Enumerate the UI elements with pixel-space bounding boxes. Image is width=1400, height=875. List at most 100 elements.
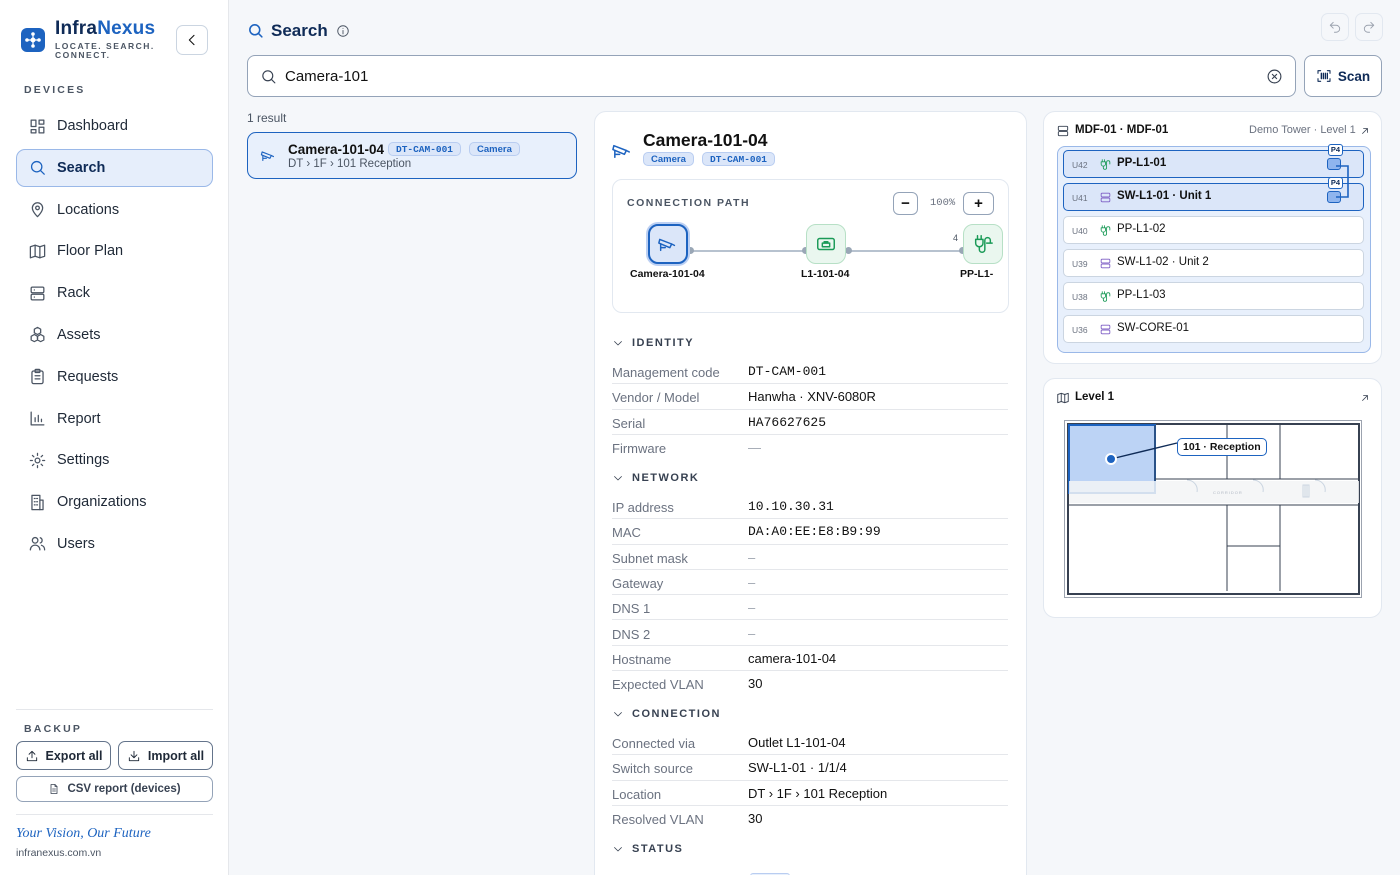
field-key: MAC xyxy=(612,525,641,541)
field-key: Serial xyxy=(612,415,646,431)
rack-unit[interactable]: U42 PP-L1-01 P4 xyxy=(1063,144,1364,178)
floor-plan-map[interactable]: CORRIDOR 101 · Reception xyxy=(1064,420,1362,598)
nav-item-label: Users xyxy=(57,535,95,552)
ethernet-outlet-icon xyxy=(815,233,837,255)
search-input[interactable] xyxy=(285,64,1245,89)
nav-item-report[interactable]: Report xyxy=(16,400,213,438)
nav-item-floor-plan[interactable]: Floor Plan xyxy=(16,232,213,270)
nav-item-label: Locations xyxy=(57,201,120,218)
field-value: — xyxy=(748,439,761,455)
field-key: Firmware xyxy=(612,440,667,456)
link-endpoint xyxy=(687,247,694,254)
rack-unit-number: U40 xyxy=(1072,226,1088,236)
devices-section-label: DEVICES xyxy=(24,84,86,96)
rack-unit-name: SW-CORE-01 xyxy=(1117,322,1189,334)
scan-button[interactable]: Scan xyxy=(1304,55,1382,97)
nav-item-settings[interactable]: Settings xyxy=(16,441,213,479)
rack-subtitle: Demo Tower · Level 1 xyxy=(1249,124,1356,136)
users-icon xyxy=(28,534,47,553)
undo-icon xyxy=(1328,20,1342,34)
import-all-button[interactable]: Import all xyxy=(118,741,213,770)
rack-unit[interactable]: U38 PP-L1-03 xyxy=(1063,282,1364,310)
port-tag: P4 xyxy=(1327,144,1343,156)
main-nav: Dashboard Search Locations Floor Plan Ra… xyxy=(16,107,213,567)
rack-unit[interactable]: U39 SW-L1-02 · Unit 2 xyxy=(1063,249,1364,277)
rack-title: MDF-01 · MDF-01 xyxy=(1075,124,1169,136)
nav-item-dashboard[interactable]: Dashboard xyxy=(16,107,213,145)
section-identity-toggle[interactable]: IDENTITY xyxy=(612,337,694,349)
field-key: Expected VLAN xyxy=(612,677,704,693)
rack-unit-number: U38 xyxy=(1072,292,1088,302)
link-endpoint xyxy=(845,247,852,254)
result-name: Camera-101-04 xyxy=(288,142,385,157)
open-external-icon[interactable] xyxy=(1359,392,1371,404)
csv-report-label: CSV report (devices) xyxy=(67,783,181,795)
field-value: SW-L1-01 · 1/1/4 xyxy=(748,760,847,776)
nav-item-organizations[interactable]: Organizations xyxy=(16,483,213,521)
csv-report-button[interactable]: CSV report (devices) xyxy=(16,776,213,802)
field-key: Hostname xyxy=(612,651,672,667)
clear-search-icon[interactable] xyxy=(1266,68,1283,85)
section-connection-toggle[interactable]: CONNECTION xyxy=(612,708,721,720)
field-row: Gateway – xyxy=(612,570,1008,596)
rack-unit[interactable]: U36 SW-CORE-01 xyxy=(1063,315,1364,343)
zoom-out-button[interactable]: − xyxy=(893,192,918,215)
path-node-camera[interactable] xyxy=(648,224,688,264)
collapse-sidebar-button[interactable] xyxy=(176,25,208,55)
open-external-icon[interactable] xyxy=(1359,125,1371,137)
path-node-patch-panel[interactable] xyxy=(963,224,1003,264)
map-pin-icon xyxy=(28,200,47,219)
info-icon[interactable] xyxy=(336,24,350,38)
field-key: DNS 1 xyxy=(612,601,651,617)
patch-cable xyxy=(1336,165,1349,198)
field-row: Expected VLAN 30 xyxy=(612,671,1008,696)
redo-button[interactable] xyxy=(1355,13,1383,41)
field-row: Switch source SW-L1-01 · 1/1/4 xyxy=(612,755,1008,781)
field-row: Location DT › 1F › 101 Reception xyxy=(612,781,1008,806)
server-icon xyxy=(28,284,47,303)
undo-button[interactable] xyxy=(1321,13,1349,41)
export-all-button[interactable]: Export all xyxy=(16,741,111,770)
section-network-toggle[interactable]: NETWORK xyxy=(612,472,699,484)
rack-unit[interactable]: U41 SW-L1-01 · Unit 1 P4 xyxy=(1063,177,1364,211)
building-icon xyxy=(28,493,47,512)
nav-item-users[interactable]: Users xyxy=(16,525,213,563)
section-status-toggle[interactable]: STATUS xyxy=(612,843,683,855)
nav-item-label: Settings xyxy=(57,452,110,469)
field-value: DT-CAM-001 xyxy=(748,364,827,379)
bar-chart-icon xyxy=(28,409,47,428)
room-callout: 101 · Reception xyxy=(1177,438,1267,456)
import-all-label: Import all xyxy=(147,748,205,763)
field-row: DNS 2 – xyxy=(612,621,1008,646)
patch-panel-icon xyxy=(1099,290,1112,303)
field-value: DT › 1F › 101 Reception xyxy=(748,785,888,801)
rack-unit-number: U36 xyxy=(1072,325,1088,335)
nav-item-locations[interactable]: Locations xyxy=(16,191,213,229)
cctv-camera-icon xyxy=(657,233,679,255)
field-key: Gateway xyxy=(612,575,664,591)
result-item[interactable]: Camera-101-04 DT-CAM-001 Camera DT › 1F … xyxy=(247,132,577,179)
field-key: Subnet mask xyxy=(612,550,688,566)
rack-unit-number: U41 xyxy=(1072,193,1088,203)
divider xyxy=(16,814,213,815)
nav-item-rack[interactable]: Rack xyxy=(16,274,213,312)
result-path: DT › 1F › 101 Reception xyxy=(288,158,412,170)
nav-item-assets[interactable]: Assets xyxy=(16,316,213,354)
nav-item-search[interactable]: Search xyxy=(16,148,213,187)
redo-icon xyxy=(1362,20,1376,34)
zoom-in-button[interactable]: + xyxy=(963,192,994,215)
rack-unit[interactable]: U40 PP-L1-02 xyxy=(1063,216,1364,244)
connection-path-card: CONNECTION PATH − 100% + 4 Camera-101-04… xyxy=(612,179,1009,313)
result-count: 1 result xyxy=(247,111,287,125)
rack-unit-name: SW-L1-02 · Unit 2 xyxy=(1117,256,1209,268)
nav-item-label: Search xyxy=(57,159,106,176)
path-node-outlet[interactable] xyxy=(806,224,846,264)
website-link[interactable]: infranexus.com.vn xyxy=(16,847,101,859)
field-value: Hanwha · XNV-6080R xyxy=(748,389,876,405)
rack-unit-name: SW-L1-01 · Unit 1 xyxy=(1117,190,1212,202)
rack-panel: MDF-01 · MDF-01 Demo Tower · Level 1 U42… xyxy=(1043,111,1382,364)
divider xyxy=(16,709,213,710)
nav-item-requests[interactable]: Requests xyxy=(16,358,213,396)
brand-name: InfraNexus xyxy=(55,18,156,39)
device-code-chip: DT-CAM-001 xyxy=(702,152,776,166)
